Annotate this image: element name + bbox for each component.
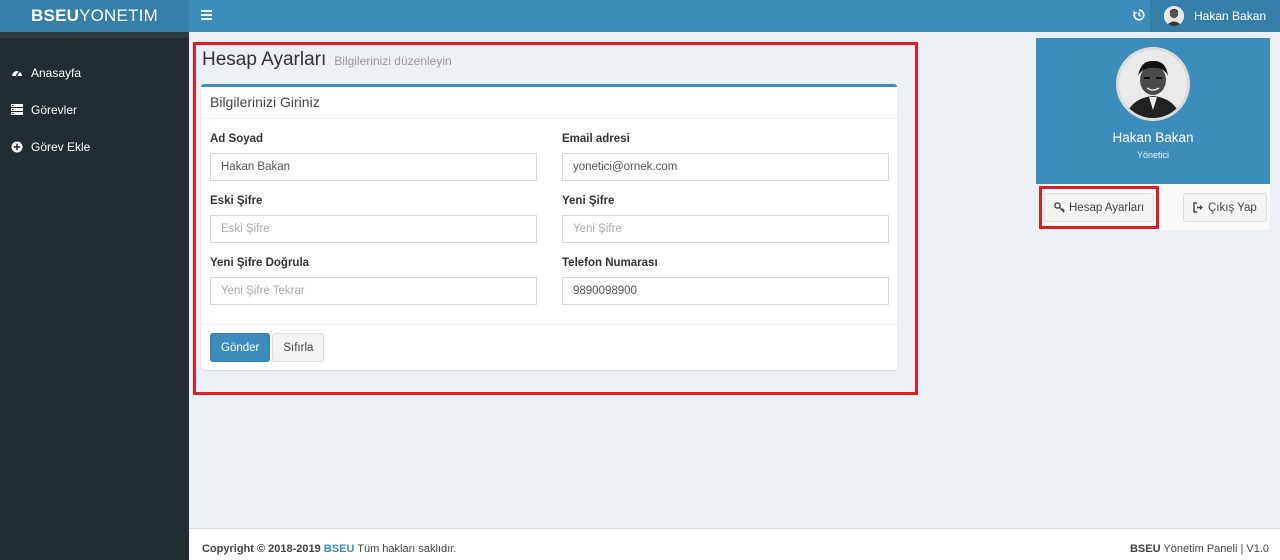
- user-avatar-small: [1164, 6, 1184, 26]
- sidebar-item-label: Anasayfa: [31, 65, 82, 80]
- plus-circle-icon: [11, 141, 23, 153]
- copyright-label: Copyright © 2018-2019: [202, 543, 321, 555]
- logo-bold-text: BSEU: [31, 6, 80, 25]
- profile-name: Hakan Bakan: [1112, 130, 1194, 145]
- user-menu[interactable]: Hakan Bakan: [1150, 0, 1280, 32]
- footer-version: BSEU Yönetim Paneli | V1.0: [1130, 543, 1269, 555]
- footer-right-text: Yönetim Paneli | V1.0: [1163, 543, 1269, 555]
- sidebar-item-label: Görev Ekle: [31, 139, 91, 154]
- header-user-name: Hakan Bakan: [1194, 9, 1267, 23]
- footer-copyright: Copyright © 2018-2019 BSEU Tüm hakları s…: [202, 543, 456, 555]
- annotation-highlight-form: [193, 42, 918, 395]
- sidebar-item-gorevler[interactable]: Görevler: [0, 91, 189, 128]
- sign-out-icon: [1193, 202, 1204, 213]
- profile-avatar: [1116, 47, 1190, 121]
- app-logo[interactable]: BSEUYONETIM: [0, 0, 189, 32]
- top-header: BSEUYONETIM Hakan Bakan: [0, 0, 1280, 32]
- sidebar-item-anasayfa[interactable]: Anasayfa: [0, 54, 189, 91]
- sidebar: Anasayfa Görevler Görev Ekle: [0, 32, 189, 560]
- footer-rights: Tüm hakları saklıdır.: [357, 543, 457, 555]
- footer-right-brand: BSEU: [1129, 543, 1161, 555]
- hamburger-menu-icon[interactable]: [201, 10, 212, 20]
- sidebar-item-gorev-ekle[interactable]: Görev Ekle: [0, 128, 189, 165]
- logo-rest-text: YONETIM: [79, 6, 158, 25]
- footer-brand-link[interactable]: BSEU: [324, 543, 355, 555]
- profile-role: Yönetici: [1136, 150, 1170, 160]
- profile-card: Hakan Bakan Yönetici: [1036, 38, 1270, 184]
- sidebar-item-label: Görevler: [31, 102, 78, 117]
- dashboard-icon: [11, 67, 23, 79]
- logout-label: Çıkış Yap: [1208, 201, 1257, 214]
- page-footer: Copyright © 2018-2019 BSEU Tüm hakları s…: [189, 528, 1280, 560]
- list-icon: [11, 104, 23, 116]
- history-icon[interactable]: [1127, 0, 1151, 32]
- logout-button[interactable]: Çıkış Yap: [1183, 193, 1267, 222]
- navbar: Hakan Bakan: [189, 0, 1280, 32]
- annotation-highlight-settings-button: [1039, 186, 1159, 229]
